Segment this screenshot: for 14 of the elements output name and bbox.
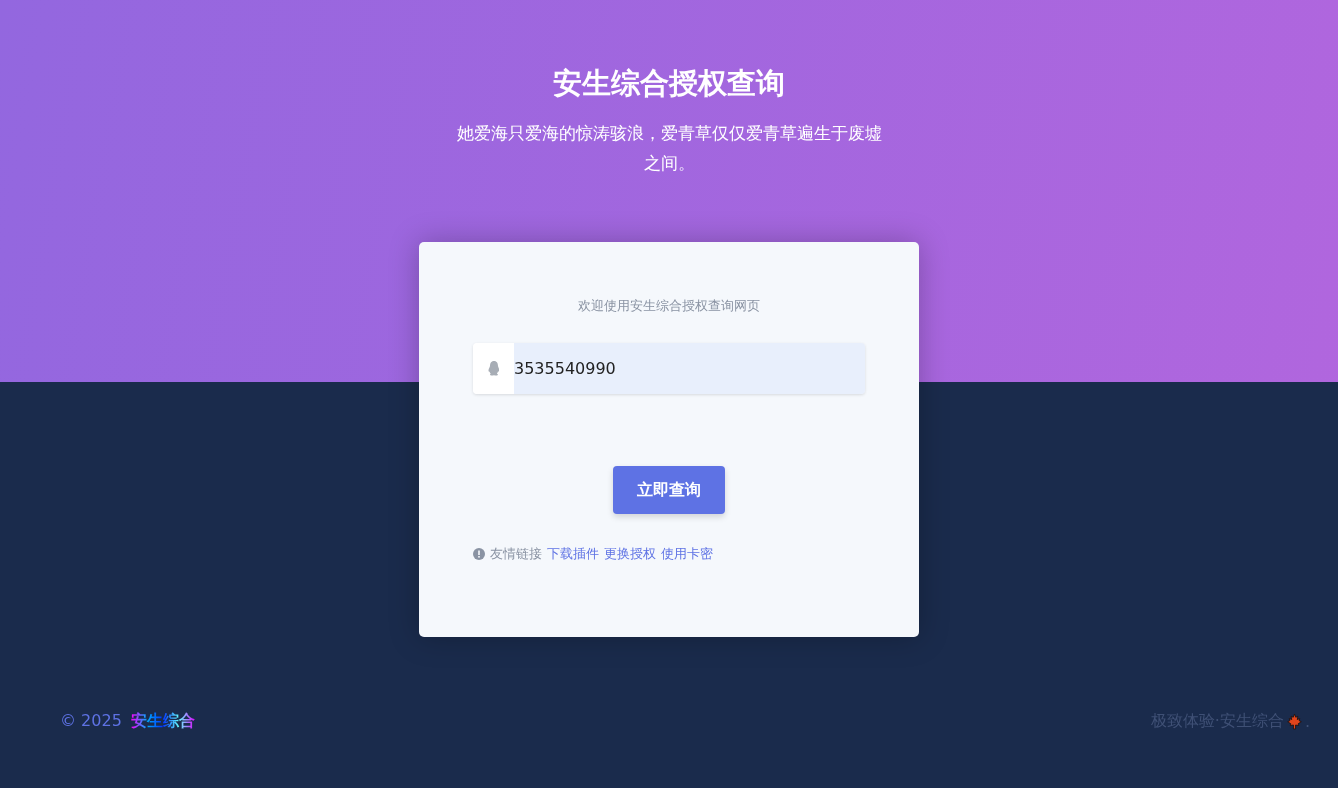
info-icon [473, 548, 485, 560]
links-label: 友情链接 [490, 545, 542, 563]
brand-name: 安生综合 [130, 711, 195, 732]
period: . [1304, 712, 1310, 731]
copyright: © 2025 [60, 711, 122, 732]
link[interactable]: 下载插件 [547, 545, 599, 563]
subtitle: 她爱海只爱海的惊涛骇浪，爱青草仅仅爱青草遍生于废墟之间。 [455, 122, 883, 175]
link[interactable]: 更换授权 [604, 545, 656, 563]
maple-leaf-icon [1285, 713, 1303, 730]
query-button[interactable]: 立即查询 [613, 466, 725, 514]
page-title: 安生综合授权查询 [553, 65, 785, 102]
penguin-icon [485, 360, 502, 377]
welcome-text: 欢迎使用安生综合授权查询网页 [578, 297, 760, 315]
link[interactable]: 使用卡密 [661, 545, 713, 563]
